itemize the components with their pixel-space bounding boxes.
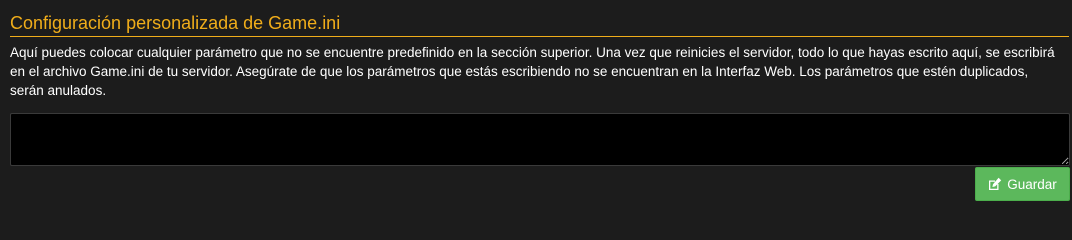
game-ini-editor[interactable] bbox=[10, 113, 1070, 166]
save-button[interactable]: Guardar bbox=[975, 167, 1070, 201]
save-button-label: Guardar bbox=[1007, 176, 1057, 192]
title-divider bbox=[10, 36, 1069, 37]
game-ini-custom-config-panel: Configuración personalizada de Game.ini … bbox=[0, 0, 1072, 201]
section-description: Aquí puedes colocar cualquier parámetro … bbox=[10, 45, 1055, 98]
section-title: Configuración personalizada de Game.ini bbox=[10, 13, 341, 33]
edit-icon bbox=[988, 177, 1002, 191]
